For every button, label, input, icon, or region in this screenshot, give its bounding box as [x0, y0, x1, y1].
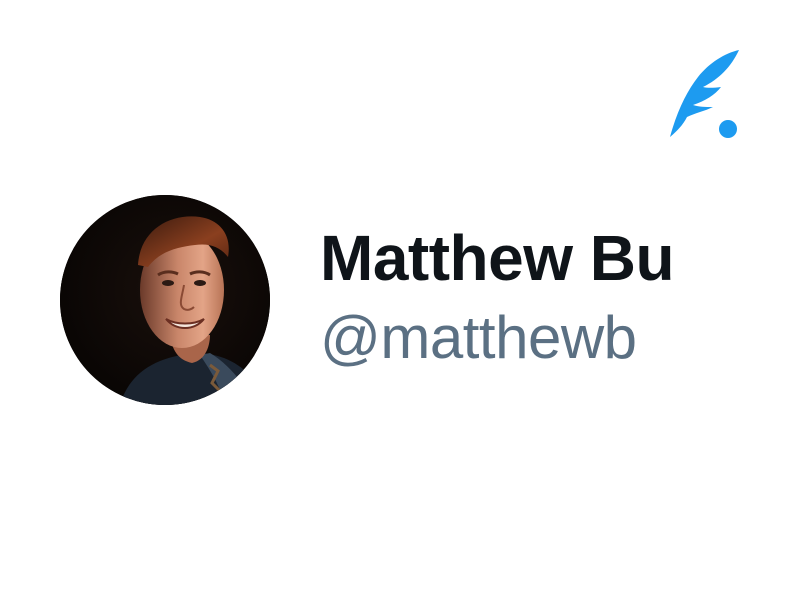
display-name: Matthew Bu — [320, 222, 675, 294]
feather-logo-icon — [665, 47, 741, 141]
profile-identity: Matthew Bu @matthewb — [320, 218, 680, 388]
avatar[interactable] — [60, 195, 270, 405]
profile-card: Matthew Bu @matthewb — [0, 0, 800, 600]
user-handle: @matthewb — [320, 304, 637, 371]
avatar-photo — [60, 195, 270, 405]
